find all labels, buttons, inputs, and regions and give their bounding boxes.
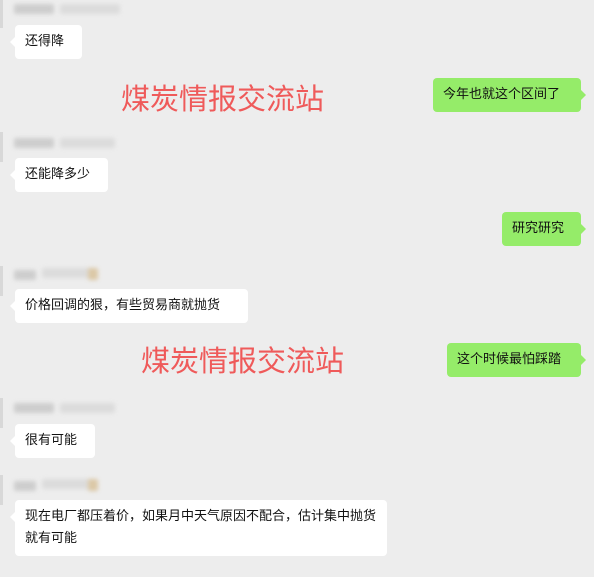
blurred-sender-name [60,4,120,14]
message-text: 还得降 [25,34,65,49]
message-bubble-incoming[interactable]: 还能降多少 [10,158,108,192]
message-text: 价格回调的狠，有些贸易商就抛货 [25,298,221,313]
message-bubble-outgoing[interactable]: 这个时候最怕踩踏 [447,343,586,377]
blurred-sender-name [14,481,36,491]
left-edge-fragment [0,132,3,162]
message-text: 很有可能 [25,433,78,448]
message-text: 这个时候最怕踩踏 [457,352,562,367]
left-edge-fragment [0,475,3,505]
watermark-text: 煤炭情报交流站 [121,82,325,116]
blurred-sender-name [14,4,54,14]
blurred-sender-name [14,270,36,280]
message-bubble-incoming[interactable]: 还得降 [10,25,82,59]
left-edge-fragment [0,266,3,296]
left-edge-fragment [0,0,3,28]
message-bubble-incoming[interactable]: 很有可能 [10,424,95,458]
message-bubble-incoming[interactable]: 价格回调的狠，有些贸易商就抛货 [10,289,248,323]
message-text: 还能降多少 [25,167,91,182]
blurred-sender-name [42,479,90,489]
message-text: 现在电厂都压着价，如果月中天气原因不配合，估计集中抛货就有可能 [25,509,377,546]
blurred-sender-name [60,138,115,148]
blurred-sender-name [42,268,90,278]
message-bubble-outgoing[interactable]: 研究研究 [502,212,586,246]
message-text: 今年也就这个区间了 [443,87,561,102]
blurred-sender-name [14,403,54,413]
blurred-sender-name [14,138,54,148]
blurred-sender-name [88,268,98,280]
blurred-sender-name [88,479,98,491]
message-text: 研究研究 [512,221,565,236]
message-bubble-incoming[interactable]: 现在电厂都压着价，如果月中天气原因不配合，估计集中抛货就有可能 [10,500,387,556]
blurred-sender-name [60,403,115,413]
message-bubble-outgoing[interactable]: 今年也就这个区间了 [433,78,586,112]
watermark-text: 煤炭情报交流站 [141,344,345,378]
chat-area: 还得降 煤炭情报交流站 今年也就这个区间了 还能降多少 研究研究 价格回调的狠，… [0,0,594,577]
left-edge-fragment [0,398,3,428]
